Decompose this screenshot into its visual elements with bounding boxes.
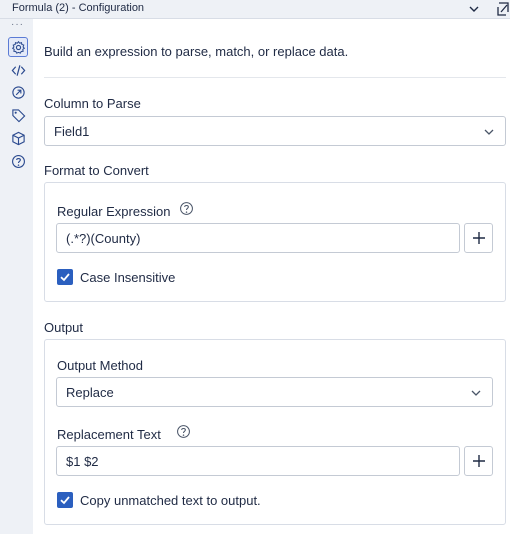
output-card: Output Method Replace Replacement Text $…	[44, 339, 506, 525]
format-to-convert-card: Regular Expression (.*?)(County) Case In…	[44, 182, 506, 302]
help-icon[interactable]	[179, 201, 194, 216]
column-to-parse-label: Column to Parse	[44, 96, 141, 111]
panel-title: Formula (2) - Configuration	[12, 2, 145, 14]
rail-configuration-button[interactable]	[8, 37, 28, 57]
replacement-text-value: $1 $2	[66, 454, 99, 469]
regex-input[interactable]: (.*?)(County)	[56, 223, 460, 253]
output-method-value: Replace	[66, 385, 114, 400]
column-to-parse-value: Field1	[54, 124, 90, 139]
more-options-icon[interactable]: ···	[11, 20, 24, 30]
copy-unmatched-checkbox[interactable]	[57, 492, 73, 508]
gear-icon	[11, 40, 25, 54]
help-icon	[11, 154, 25, 168]
output-label: Output	[44, 320, 84, 335]
regex-add-button[interactable]	[464, 223, 493, 253]
checkmark-icon	[60, 496, 70, 505]
regex-value: (.*?)(County)	[66, 231, 141, 246]
format-to-convert-label: Format to Convert	[44, 163, 149, 178]
regex-label: Regular Expression	[57, 204, 171, 219]
output-method-label: Output Method	[57, 358, 143, 373]
chevron-down-icon	[484, 129, 494, 135]
tool-rail: ···	[0, 19, 33, 534]
plus-icon	[472, 232, 485, 244]
rail-annotation-button[interactable]	[8, 82, 28, 102]
replacement-text-input[interactable]: $1 $2	[56, 446, 460, 476]
rail-code-button[interactable]	[8, 60, 28, 80]
rail-help-button[interactable]	[8, 151, 28, 171]
rail-tag-button[interactable]	[8, 105, 28, 125]
divider	[44, 77, 506, 78]
chevron-down-icon	[471, 390, 481, 396]
cube-icon	[11, 131, 25, 145]
annotation-icon	[11, 85, 25, 99]
replacement-add-button[interactable]	[464, 446, 493, 476]
tag-icon	[11, 108, 25, 122]
column-to-parse-select[interactable]: Field1	[44, 116, 506, 146]
replacement-text-label: Replacement Text	[57, 427, 161, 442]
panel-titlebar: Formula (2) - Configuration	[0, 0, 510, 19]
rail-package-button[interactable]	[8, 128, 28, 148]
chevron-down-icon[interactable]	[467, 2, 481, 16]
case-insensitive-checkbox[interactable]	[57, 269, 73, 285]
expand-icon[interactable]	[495, 0, 510, 18]
output-method-select[interactable]: Replace	[56, 377, 493, 407]
intro-text: Build an expression to parse, match, or …	[44, 44, 349, 59]
configuration-content: Build an expression to parse, match, or …	[33, 19, 510, 534]
help-icon[interactable]	[176, 424, 191, 439]
case-insensitive-label[interactable]: Case Insensitive	[80, 270, 175, 285]
plus-icon	[472, 455, 485, 467]
copy-unmatched-label[interactable]: Copy unmatched text to output.	[80, 493, 261, 508]
checkmark-icon	[60, 273, 70, 282]
code-icon	[11, 64, 25, 76]
